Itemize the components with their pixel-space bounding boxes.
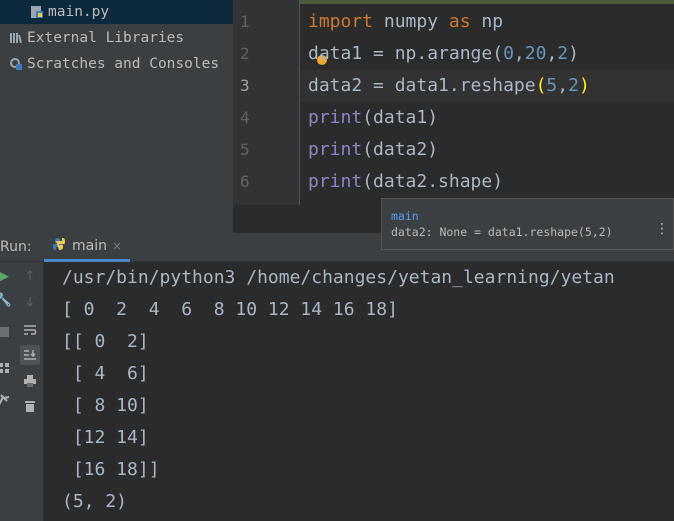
run-console-output[interactable]: /usr/bin/python3 /home/changes/yetan_lea… <box>45 262 674 521</box>
line-number: 6 <box>240 172 250 191</box>
code-line-1: import numpy as np <box>308 6 503 38</box>
code-text: (data2) <box>362 139 439 160</box>
stop-icon[interactable] <box>0 322 14 342</box>
code-text: , <box>546 43 558 64</box>
code-editor[interactable]: 1 2 3 4 5 6 import numpy as np data1 = n… <box>233 0 674 205</box>
keyword: import <box>308 11 374 32</box>
line-number: 3 <box>240 76 250 95</box>
python-icon <box>52 237 66 255</box>
line-number: 4 <box>240 108 250 127</box>
console-line: [12 14] <box>62 427 149 448</box>
code-text: data1 = np.arange( <box>308 43 504 64</box>
code-line-5: print(data2) <box>308 134 438 166</box>
scroll-to-end-icon[interactable] <box>20 345 40 365</box>
code-text: , <box>513 43 525 64</box>
tooltip-text: data2: None = data1.reshape(5,2) <box>391 225 613 239</box>
more-options-icon[interactable]: ⋮ <box>655 221 669 237</box>
builtin-function: print <box>308 139 363 160</box>
scratches-icon <box>9 57 23 71</box>
library-icon <box>9 31 23 45</box>
tree-item-main-py[interactable]: main.py <box>0 0 233 24</box>
code-line-4: print(data1) <box>308 102 438 134</box>
line-number-gutter: 1 2 3 4 5 6 <box>233 0 300 205</box>
close-icon[interactable]: × <box>112 239 122 253</box>
code-text: numpy <box>373 11 449 32</box>
layout-icon[interactable] <box>0 358 14 378</box>
line-number: 5 <box>240 140 250 159</box>
tree-item-label: main.py <box>48 4 110 20</box>
pin-icon[interactable] <box>0 390 14 410</box>
wrench-icon[interactable]: 🔧 <box>0 290 14 310</box>
code-line-3: data2 = data1.reshape(5,2) <box>308 70 590 102</box>
tree-item-label: External Libraries <box>27 30 185 46</box>
line-number: 1 <box>240 12 250 31</box>
builtin-function: print <box>308 107 363 128</box>
number-literal: 20 <box>524 43 547 64</box>
tree-item-scratches[interactable]: Scratches and Consoles <box>0 52 219 76</box>
keyword: as <box>448 11 471 32</box>
line-number: 2 <box>240 44 250 63</box>
tree-item-external-libraries[interactable]: External Libraries <box>0 26 184 50</box>
number-literal: 2 <box>568 75 579 96</box>
code-line-2: data1 = np.arange(0,20,2) <box>308 38 579 70</box>
console-line: [ 4 6] <box>62 363 149 384</box>
python-file-icon <box>30 5 44 19</box>
code-text: , <box>557 75 569 96</box>
code-text: (data2.shape) <box>362 171 504 192</box>
run-label: Run: <box>0 239 32 255</box>
project-tree-panel: main.py External Libraries Scratches and… <box>0 0 233 233</box>
trash-icon[interactable] <box>20 396 40 416</box>
number-literal: 2 <box>557 43 569 64</box>
debug-value-tooltip: main data2: None = data1.reshape(5,2) ⋮ <box>381 198 674 250</box>
code-text: ) <box>568 43 579 64</box>
code-text: np <box>470 11 504 32</box>
up-arrow-icon[interactable]: ↑ <box>20 266 40 286</box>
run-icon[interactable]: ▶ <box>0 266 14 286</box>
console-line: (5, 2) <box>62 491 128 512</box>
console-line: [ 8 10] <box>62 395 149 416</box>
console-line: /usr/bin/python3 /home/changes/yetan_lea… <box>62 267 615 288</box>
run-toolbar: ▶ ↑ 🔧 ↓ <box>0 262 44 521</box>
builtin-function: print <box>308 171 363 192</box>
code-text: (data1) <box>362 107 439 128</box>
matched-paren: ) <box>578 75 590 96</box>
number-literal: 5 <box>546 75 558 96</box>
matched-paren: ( <box>535 75 547 96</box>
tree-item-label: Scratches and Consoles <box>27 56 220 72</box>
down-arrow-icon[interactable]: ↓ <box>20 292 40 312</box>
print-icon[interactable] <box>20 371 40 391</box>
code-text: data2 = data1.reshape <box>308 75 536 96</box>
code-line-6: print(data2.shape) <box>308 166 503 198</box>
console-line: [16 18]] <box>62 459 160 480</box>
soft-wrap-icon[interactable] <box>20 320 40 340</box>
number-literal: 0 <box>503 43 514 64</box>
console-line: [ 0 2 4 6 8 10 12 14 16 18] <box>62 299 398 320</box>
tooltip-title: main <box>391 209 419 223</box>
run-tab-main[interactable]: main × <box>44 233 131 262</box>
run-tab-label: main <box>72 238 107 254</box>
console-line: [[ 0 2] <box>62 331 149 352</box>
